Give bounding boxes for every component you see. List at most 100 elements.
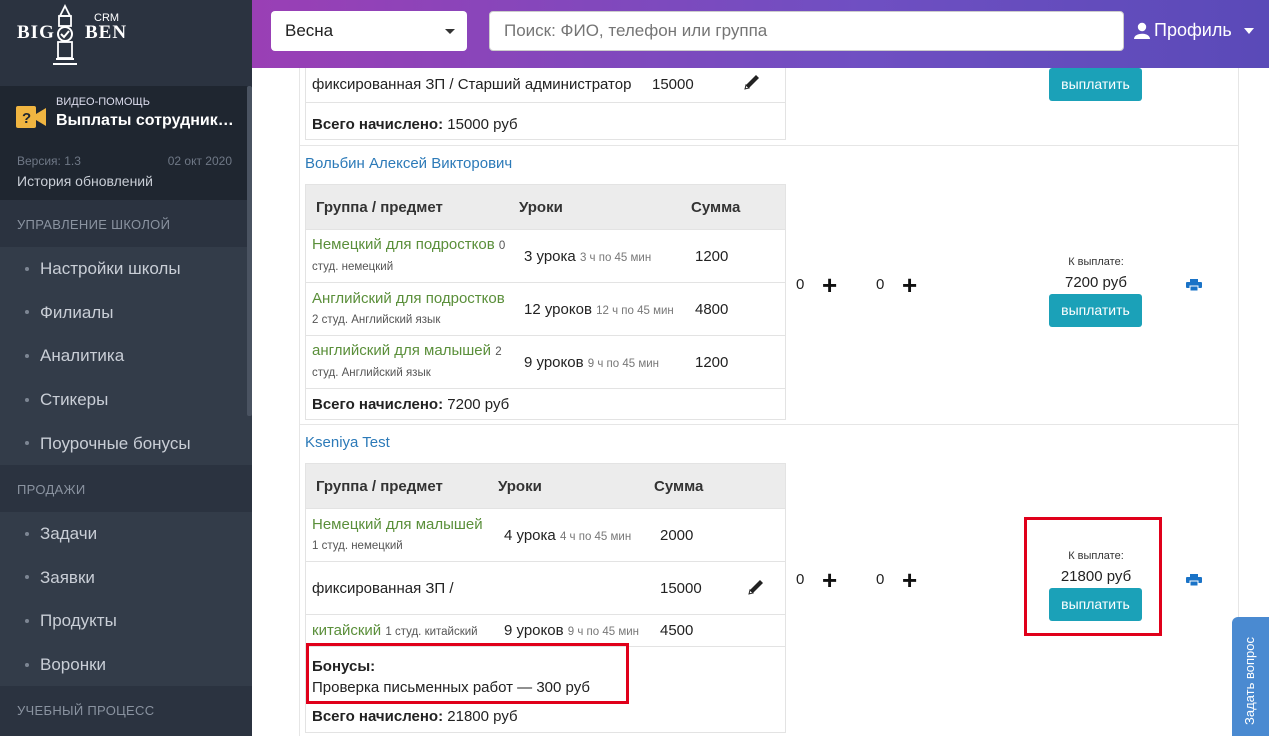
sidebar-item-analytics[interactable]: Аналитика: [0, 334, 252, 378]
group-link[interactable]: китайский: [312, 622, 381, 639]
employee-name-link[interactable]: Kseniya Test: [305, 434, 390, 451]
counter-value: 0: [796, 571, 805, 588]
pay-button[interactable]: выплатить: [1049, 68, 1142, 101]
version-label: Версия: 1.3: [17, 154, 81, 168]
plus-icon[interactable]: +: [822, 272, 837, 298]
row-sum: 4800: [695, 300, 729, 318]
group-name: фиксированная ЗП / Старший администратор: [312, 75, 632, 93]
total-label: Всего начислено:: [312, 115, 444, 133]
logo-crm: CRM: [94, 12, 120, 24]
sidebar-item-label: Продукты: [40, 611, 117, 631]
plus-icon[interactable]: +: [902, 272, 917, 298]
sidebar-item-label: Задачи: [40, 524, 98, 544]
bullet-icon: [25, 310, 29, 315]
topbar: Весна Профиль: [252, 0, 1269, 68]
lessons-count: 9 уроков: [504, 622, 564, 639]
group-link[interactable]: Немецкий для малышей: [312, 516, 483, 533]
chevron-down-icon: [445, 29, 455, 34]
group-link[interactable]: Английский для подростков: [312, 290, 505, 307]
update-history-link[interactable]: История обновлений: [17, 173, 153, 189]
student-count: 0: [498, 240, 506, 252]
print-icon[interactable]: [1186, 279, 1202, 291]
table-row: фиксированная ЗП / Старший администратор…: [306, 68, 785, 102]
sidebar-item-label: Филиалы: [40, 302, 114, 322]
bullet-icon: [25, 531, 29, 536]
lessons-hours: 9 ч по 45 мин: [567, 626, 640, 638]
sidebar-item-requests[interactable]: Заявки: [0, 556, 252, 600]
sidebar-item-stickers[interactable]: Стикеры: [0, 378, 252, 422]
section-learning-process: УЧЕБНЫЙ ПРОЦЕСС: [0, 686, 252, 734]
section-sales: ПРОДАЖИ: [0, 464, 252, 512]
sidebar-item-products[interactable]: Продукты: [0, 599, 252, 643]
table-header: Группа / предмет Уроки Сумма: [306, 464, 785, 508]
total-value: 15000 руб: [447, 115, 518, 133]
group-subject: 2 студ. Английский язык: [312, 313, 441, 326]
svg-text:?: ?: [22, 110, 31, 127]
counter-value: 0: [796, 276, 805, 293]
row-sum: 1200: [695, 353, 729, 371]
chevron-down-icon: [1243, 27, 1254, 34]
sidebar-item-tasks[interactable]: Задачи: [0, 512, 252, 556]
ask-question-tab[interactable]: Задать вопрос: [1232, 617, 1269, 736]
menu-sales: Задачи Заявки Продукты Воронки: [0, 511, 252, 687]
lessons-hours: 3 ч по 45 мин: [579, 251, 652, 264]
column-header: Уроки: [498, 477, 542, 495]
print-icon[interactable]: [1186, 574, 1202, 586]
user-icon: [1134, 22, 1150, 39]
row-sum: 1200: [695, 247, 729, 265]
row-sum: 15000: [660, 579, 702, 597]
season-select-value: Весна: [285, 21, 334, 40]
lessons-hours: 12 ч по 45 мин: [596, 304, 674, 317]
pay-button[interactable]: выплатить: [1049, 294, 1142, 327]
logo-big: BIG: [17, 22, 55, 43]
ask-question-label: Задать вопрос: [1242, 637, 1257, 725]
bullet-icon: [25, 662, 29, 667]
table-row: английский для малышей 2 студ. Английский…: [306, 335, 785, 388]
plus-icon[interactable]: +: [902, 567, 917, 593]
sidebar-item-branches[interactable]: Филиалы: [0, 291, 252, 335]
search-input[interactable]: [489, 11, 1124, 51]
sidebar-item-funnels[interactable]: Воронки: [0, 643, 252, 687]
video-help-title[interactable]: Выплаты сотрудникам: [56, 112, 236, 130]
pencil-icon[interactable]: [743, 73, 761, 91]
plus-icon[interactable]: +: [822, 567, 837, 593]
sidebar-item-label: Настройки школы: [40, 259, 181, 279]
sidebar-item-school-settings[interactable]: Настройки школы: [0, 247, 252, 291]
lessons-hours: 4 ч по 45 мин: [559, 530, 632, 543]
column-header: Группа / предмет: [316, 198, 443, 216]
bullet-icon: [25, 575, 29, 580]
video-help-label: ВИДЕО-ПОМОЩЬ: [56, 96, 150, 108]
pencil-icon[interactable]: [747, 578, 765, 596]
group-link[interactable]: Немецкий для подростков: [312, 236, 495, 253]
video-camera-icon: ?: [16, 106, 46, 128]
logo-ben: BEN: [85, 22, 128, 43]
group-link[interactable]: английский для малышей: [312, 342, 491, 359]
menu-school-management: Настройки школы Филиалы Аналитика Стикер…: [0, 247, 252, 465]
salary-table: фиксированная ЗП / Старший администратор…: [305, 68, 786, 140]
highlight-box-bonus: [306, 643, 629, 704]
version-date: 02 окт 2020: [167, 154, 232, 168]
table-header: Группа / предмет Уроки Сумма: [306, 185, 785, 229]
employee-name-link[interactable]: Вольбин Алексей Викторович: [305, 155, 512, 172]
video-help-panel[interactable]: ? ВИДЕО-ПОМОЩЬ Выплаты сотрудникам Верси…: [0, 86, 252, 200]
lessons-count: 3 урока: [524, 247, 576, 265]
column-header: Сумма: [654, 477, 704, 495]
to-pay-value: 7200 руб: [1065, 274, 1127, 291]
sidebar: BIG BEN CRM ? ВИДЕО-ПОМОЩЬ Выплаты сотру…: [0, 0, 252, 736]
lessons-hours: 9 ч по 45 мин: [587, 357, 660, 370]
column-header: Группа / предмет: [316, 477, 443, 495]
total-row: Всего начислено: 21800 руб: [306, 702, 785, 730]
total-label: Всего начислено:: [312, 395, 444, 413]
bullet-icon: [25, 353, 29, 358]
profile-menu[interactable]: Профиль: [1134, 20, 1254, 41]
salary-table: Группа / предмет Уроки Сумма Немецкий дл…: [305, 184, 786, 420]
season-select[interactable]: Весна: [271, 11, 467, 51]
bullet-icon: [25, 618, 29, 623]
logo[interactable]: BIG BEN CRM: [0, 0, 252, 86]
lessons-count: 12 уроков: [524, 300, 592, 318]
table-row: Немецкий для подростков 0 студ. немецкий …: [306, 229, 785, 282]
table-row: фиксированная ЗП / 15000: [306, 561, 785, 614]
group-subject: студ. Английский язык: [312, 367, 431, 379]
profile-label: Профиль: [1154, 20, 1232, 40]
sidebar-item-lesson-bonuses[interactable]: Поурочные бонусы: [0, 421, 252, 465]
